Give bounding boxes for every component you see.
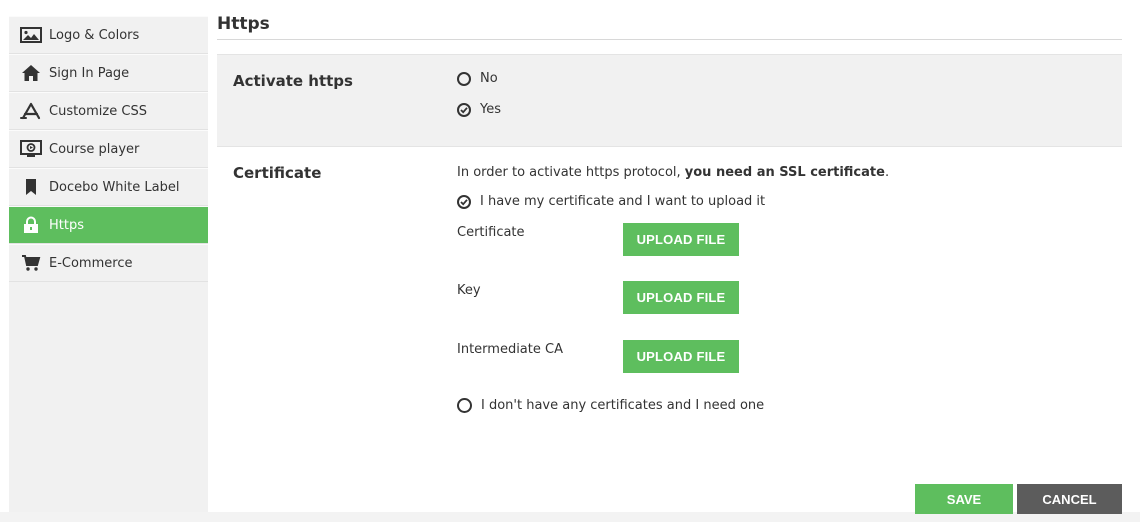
image-icon [20, 26, 42, 44]
key-field-label: Key [457, 283, 481, 298]
save-button[interactable]: SAVE [915, 484, 1013, 514]
ssl-intro-prefix: In order to activate https protocol, [457, 165, 685, 180]
page-title: Https [217, 14, 270, 34]
sidebar-item-label: E-Commerce [49, 255, 133, 271]
app-store-icon [20, 102, 42, 120]
lock-icon [20, 216, 42, 234]
sidebar-item-logo-colors[interactable]: Logo & Colors [9, 16, 208, 54]
radio-unchecked-icon [457, 398, 472, 413]
upload-intermediate-ca-button[interactable]: UPLOAD FILE [623, 340, 739, 373]
ssl-intro-text: In order to activate https protocol, you… [457, 165, 889, 180]
course-player-icon [20, 140, 42, 158]
sidebar-item-label: Course player [49, 141, 140, 157]
certificate-field-label: Certificate [457, 225, 525, 240]
radio-https-yes[interactable]: Yes [457, 102, 501, 117]
cancel-button[interactable]: CANCEL [1017, 484, 1122, 514]
certificate-label: Certificate [233, 164, 322, 182]
activate-https-label: Activate https [233, 72, 353, 90]
intermediate-ca-field-label: Intermediate CA [457, 342, 563, 357]
sidebar-item-sign-in-page[interactable]: Sign In Page [9, 54, 208, 92]
radio-https-no[interactable]: No [457, 71, 498, 86]
home-icon [20, 64, 42, 82]
radio-label: No [480, 71, 498, 86]
sidebar-item-label: Docebo White Label [49, 179, 180, 195]
title-divider [217, 39, 1122, 40]
sidebar-item-customize-css[interactable]: Customize CSS [9, 92, 208, 130]
upload-certificate-button[interactable]: UPLOAD FILE [623, 223, 739, 256]
radio-checked-icon [457, 102, 471, 117]
sidebar-item-label: Customize CSS [49, 103, 147, 119]
sidebar-item-course-player[interactable]: Course player [9, 130, 208, 168]
sidebar-item-label: Https [49, 217, 84, 233]
cart-icon [20, 254, 42, 272]
radio-checked-icon [457, 194, 471, 209]
radio-label: I don't have any certificates and I need… [481, 398, 765, 413]
bookmark-icon [20, 178, 42, 196]
ssl-intro-bold: you need an SSL certificate [684, 165, 885, 180]
radio-label: Yes [480, 102, 501, 117]
radio-label: I have my certificate and I want to uplo… [480, 194, 766, 209]
radio-have-certificate[interactable]: I have my certificate and I want to uplo… [457, 194, 765, 209]
radio-need-certificate[interactable]: I don't have any certificates and I need… [457, 398, 764, 413]
sidebar-item-label: Sign In Page [49, 65, 130, 81]
sidebar-item-e-commerce[interactable]: E-Commerce [9, 244, 208, 282]
sidebar-item-white-label[interactable]: Docebo White Label [9, 168, 208, 206]
ssl-intro-suffix: . [884, 165, 890, 180]
sidebar-item-https[interactable]: Https [9, 206, 208, 244]
settings-sidebar: Logo & Colors Sign In Page Customize CSS… [9, 16, 208, 517]
sidebar-item-label: Logo & Colors [49, 27, 140, 43]
upload-key-button[interactable]: UPLOAD FILE [623, 281, 739, 314]
activate-https-panel [217, 54, 1122, 147]
radio-unchecked-icon [457, 71, 471, 86]
